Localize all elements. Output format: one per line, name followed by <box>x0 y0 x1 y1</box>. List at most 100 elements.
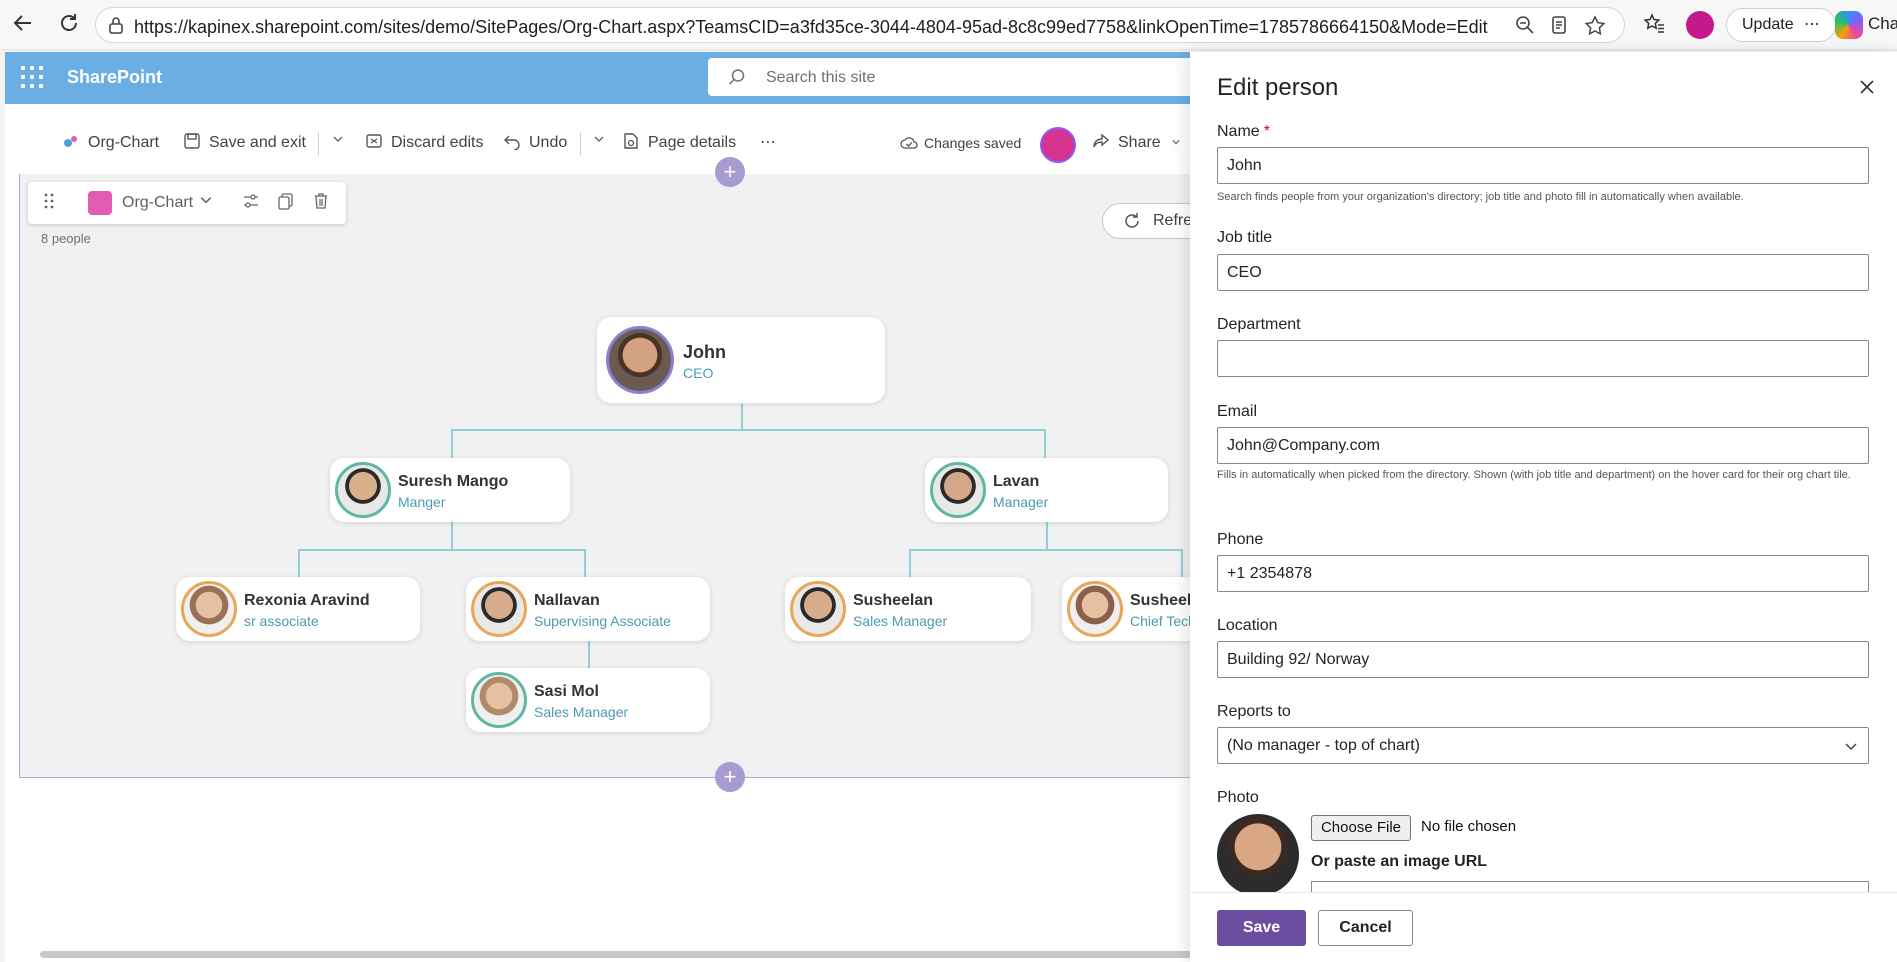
back-arrow-icon[interactable] <box>10 12 36 38</box>
photo-label: Photo <box>1217 789 1259 806</box>
connector-line <box>909 549 911 577</box>
email-input[interactable] <box>1217 427 1869 464</box>
webpart-logo-icon <box>88 191 112 215</box>
person-name: Susheelan <box>853 592 934 609</box>
avatar <box>181 581 237 637</box>
changes-saved-status: Changes saved <box>900 134 1021 152</box>
avatar <box>606 326 674 394</box>
location-input[interactable] <box>1217 641 1869 678</box>
discard-edits-button[interactable]: Discard edits <box>365 132 483 152</box>
department-input[interactable] <box>1217 340 1869 377</box>
avatar <box>335 462 391 518</box>
reload-icon[interactable] <box>56 12 82 38</box>
org-node-ceo[interactable]: John CEO <box>597 317 885 403</box>
copilot-icon[interactable] <box>1835 11 1863 39</box>
favorites-icon[interactable] <box>1641 12 1667 38</box>
org-node-manager[interactable]: Lavan Manager <box>925 458 1168 522</box>
org-node-manager[interactable]: Suresh Mango Manger <box>330 458 570 522</box>
people-count: 8 people <box>41 231 91 246</box>
delete-icon[interactable] <box>310 192 332 214</box>
name-label-text: Name <box>1217 123 1260 140</box>
phone-input[interactable] <box>1217 555 1869 592</box>
person-name: Rexonia Aravind <box>244 592 370 609</box>
discard-edits-label: Discard edits <box>391 134 484 151</box>
connector-line <box>741 404 743 430</box>
name-hint: Search finds people from your organizati… <box>1217 191 1744 203</box>
reports-to-label: Reports to <box>1217 703 1291 720</box>
paste-url-label: Or paste an image URL <box>1311 853 1488 870</box>
app-title[interactable]: SharePoint <box>67 67 162 88</box>
chevron-down-icon <box>1172 139 1180 145</box>
save-and-exit-button[interactable]: Save and exit <box>183 132 306 152</box>
update-button[interactable]: Update ⋯ <box>1726 8 1836 42</box>
no-file-text: No file chosen <box>1421 818 1517 835</box>
org-node-employee[interactable]: Rexonia Aravind sr associate <box>176 577 420 641</box>
cloud-check-icon <box>900 137 918 149</box>
job-title-input[interactable] <box>1217 254 1869 291</box>
save-button[interactable]: Save <box>1217 910 1306 946</box>
job-title-label: Job title <box>1217 229 1273 246</box>
more-options-icon[interactable]: ⋯ <box>760 132 776 152</box>
lock-icon <box>109 17 123 34</box>
connector-line <box>298 549 300 577</box>
chevron-down-icon[interactable] <box>1844 739 1858 753</box>
edit-properties-icon[interactable] <box>240 192 262 214</box>
connector-line <box>1181 549 1183 577</box>
app-launcher-icon[interactable] <box>21 66 43 88</box>
page-name-label: Org-Chart <box>88 134 160 151</box>
webpart-name[interactable]: Org-Chart <box>122 194 193 212</box>
edit-command-bar: Org-Chart Save and exit Discard edits Un… <box>20 118 1320 168</box>
choose-file-button[interactable]: Choose File <box>1311 815 1411 841</box>
reports-to-select[interactable]: (No manager - top of chart) <box>1217 727 1869 764</box>
undo-icon <box>504 135 520 150</box>
save-dropdown-icon[interactable] <box>332 132 344 150</box>
avatar <box>471 581 527 637</box>
cancel-button[interactable]: Cancel <box>1318 910 1413 946</box>
connector-line <box>909 549 1183 551</box>
zoom-icon[interactable] <box>1514 15 1536 37</box>
name-input[interactable] <box>1217 147 1869 184</box>
drag-handle-icon[interactable] <box>38 192 60 214</box>
email-label: Email <box>1217 403 1258 420</box>
person-title: Manager <box>993 494 1049 510</box>
chat-label[interactable]: Cha <box>1868 14 1897 34</box>
screen: https://kapinex.sharepoint.com/sites/dem… <box>0 0 1897 962</box>
chevron-down-icon[interactable] <box>195 192 217 214</box>
page-details-button[interactable]: Page details <box>622 132 736 152</box>
page-name-button[interactable]: Org-Chart <box>62 132 159 152</box>
url-text[interactable]: https://kapinex.sharepoint.com/sites/dem… <box>134 17 1488 38</box>
undo-dropdown-icon[interactable] <box>593 132 605 150</box>
connector-line <box>584 549 586 577</box>
profile-avatar[interactable] <box>1686 11 1714 39</box>
person-name: Lavan <box>993 473 1040 490</box>
close-icon[interactable] <box>1856 76 1878 98</box>
org-node-employee[interactable]: Susheelan Sales Manager <box>785 577 1031 641</box>
connector-line <box>1044 429 1046 459</box>
edit-person-panel: Edit person Name* Search finds people fr… <box>1190 52 1897 962</box>
save-icon <box>184 133 200 149</box>
add-section-top-button[interactable]: + <box>715 157 745 187</box>
address-bar[interactable]: https://kapinex.sharepoint.com/sites/dem… <box>95 7 1625 43</box>
changes-saved-label: Changes saved <box>924 135 1022 151</box>
reader-icon[interactable] <box>1548 15 1570 37</box>
org-node-employee[interactable]: Sasi Mol Sales Manager <box>466 668 710 732</box>
org-node-employee[interactable]: Nallavan Supervising Associate <box>466 577 710 641</box>
save-and-exit-label: Save and exit <box>209 134 306 151</box>
required-marker: * <box>1263 123 1270 140</box>
editor-avatar[interactable] <box>1040 127 1076 163</box>
search-placeholder: Search this site <box>766 69 876 86</box>
star-icon[interactable] <box>1584 15 1606 37</box>
add-section-bottom-button[interactable]: + <box>715 762 745 792</box>
page-details-label: Page details <box>648 134 737 151</box>
update-label: Update <box>1742 16 1794 33</box>
person-title: Manger <box>398 494 446 510</box>
page-icon <box>64 136 77 147</box>
undo-button[interactable]: Undo <box>503 132 567 152</box>
scrollbar-thumb[interactable] <box>40 951 1270 958</box>
duplicate-icon[interactable] <box>275 192 297 214</box>
refresh-icon <box>1125 213 1139 228</box>
avatar <box>790 581 846 637</box>
share-button[interactable]: Share <box>1092 132 1181 152</box>
browser-toolbar: https://kapinex.sharepoint.com/sites/dem… <box>0 0 1897 50</box>
more-icon: ⋯ <box>1804 16 1821 33</box>
